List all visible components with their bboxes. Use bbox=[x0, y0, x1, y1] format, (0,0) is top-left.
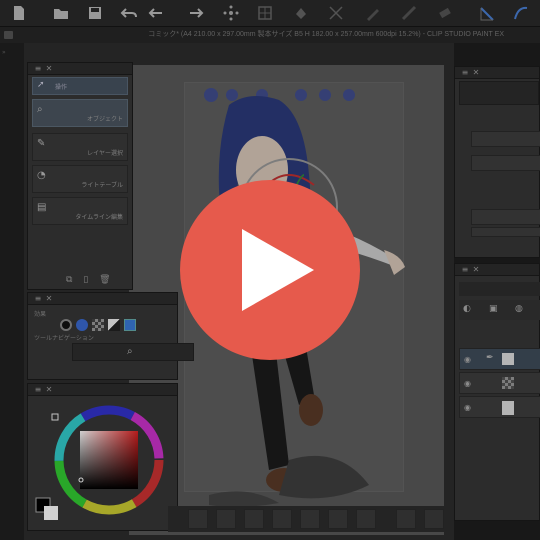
play-icon bbox=[242, 229, 314, 311]
play-button[interactable] bbox=[180, 180, 360, 360]
